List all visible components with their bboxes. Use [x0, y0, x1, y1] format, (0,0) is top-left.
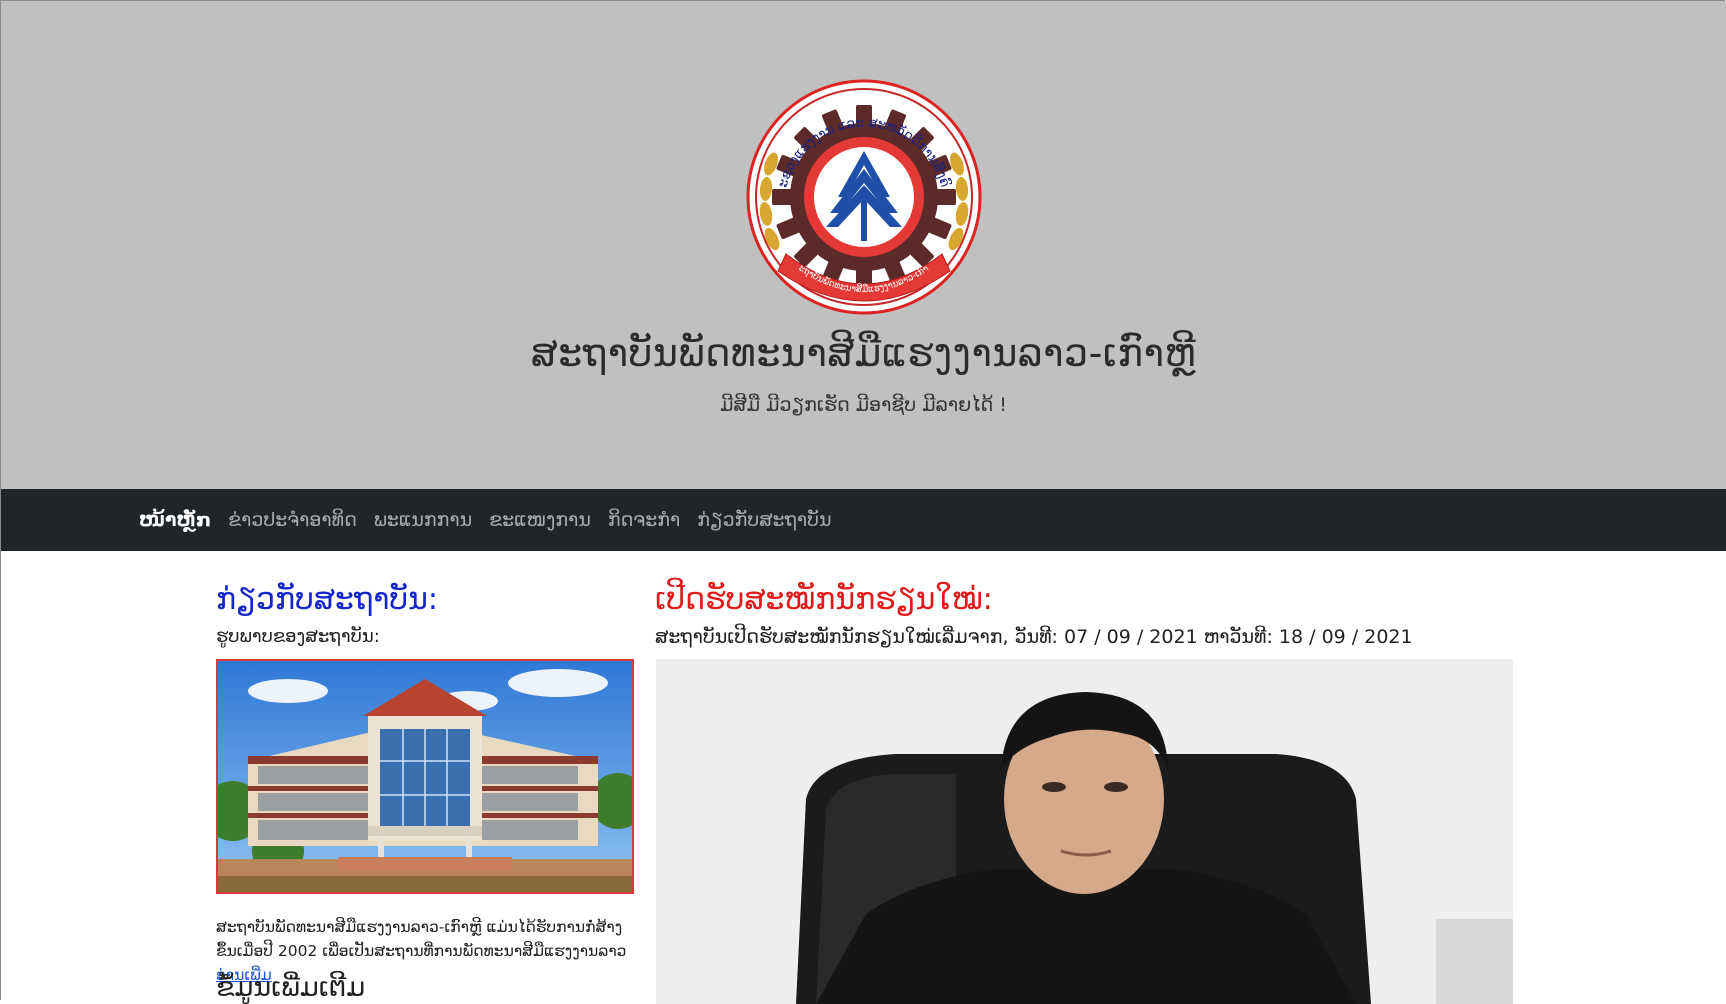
admission-dates: ສະຖາບັນເປີດຮັບສະໝັກນັກຮຽນໃໝ່ເລີ່ມຈາກ, ວັ… [655, 626, 1413, 648]
about-section: ກ່ຽວກັບສະຖາບັນ: ຮູບພາບຂອງສະຖາບັນ: ສະຖາບັ… [216, 580, 634, 1003]
nav-item-about[interactable]: ກ່ຽວກັບສະຖາບັນ [697, 509, 831, 531]
about-subheading: ຮູບພາບຂອງສະຖາບັນ: [216, 626, 380, 647]
about-heading: ກ່ຽວກັບສະຖາບັນ: [216, 582, 439, 617]
nav-list: ໜ້າຫຼັກ ຂ່າວປະຈຳອາທິດ ພະແນກການ ຂະແໜງການ … [139, 489, 831, 551]
institute-seal-logo[interactable]: ກະຊວງແຮງງານ ແລະ ສະຫວັດດີການສັງຄົມ ສະຖາບັ… [746, 79, 982, 315]
director-portrait-photo[interactable] [656, 659, 1513, 1004]
portrait-photo-svg [656, 659, 1513, 1004]
admission-section: ເປີດຮັບສະໝັກນັກຮຽນໃໝ່: ສະຖາບັນເປີດຮັບສະໝ… [655, 580, 1515, 1004]
institute-building-photo[interactable] [216, 659, 634, 894]
more-info-heading: ຂໍ້ມູນເພີ່ມເຕີມ [216, 972, 366, 1003]
nav-item-weekly-news[interactable]: ຂ່າວປະຈຳອາທິດ [228, 509, 357, 531]
nav-item-sections[interactable]: ຂະແໜງການ [489, 509, 591, 531]
admission-heading: ເປີດຮັບສະໝັກນັກຮຽນໃໝ່: [655, 582, 993, 617]
nav-item-departments[interactable]: ພະແນກການ [374, 509, 472, 531]
nav-item-activities[interactable]: ກິດຈະກຳ [608, 509, 680, 531]
site-header: ກະຊວງແຮງງານ ແລະ ສະຫວັດດີການສັງຄົມ ສະຖາບັ… [1, 1, 1726, 489]
nav-item-home[interactable]: ໜ້າຫຼັກ [139, 509, 211, 531]
main-navbar: ໜ້າຫຼັກ ຂ່າວປະຈຳອາທິດ ພະແນກການ ຂະແໜງການ … [1, 489, 1726, 551]
building-photo-svg [218, 661, 632, 892]
site-title: ສະຖາບັນພັດທະນາສີມືແຮງງານລາວ-ເກົາຫຼີ [530, 331, 1197, 375]
about-description-text: ສະຖາບັນພັດທະນາສີມືແຮງງານລາວ-ເກົາຫຼີ ແມ່ນ… [216, 918, 627, 960]
logo-svg: ກະຊວງແຮງງານ ແລະ ສະຫວັດດີການສັງຄົມ ສະຖາບັ… [746, 79, 982, 315]
site-tagline: ມີສີມື ມີວຽກເຮັດ ມີອາຊີບ ມີລາຍໄດ້ ! [720, 394, 1007, 416]
